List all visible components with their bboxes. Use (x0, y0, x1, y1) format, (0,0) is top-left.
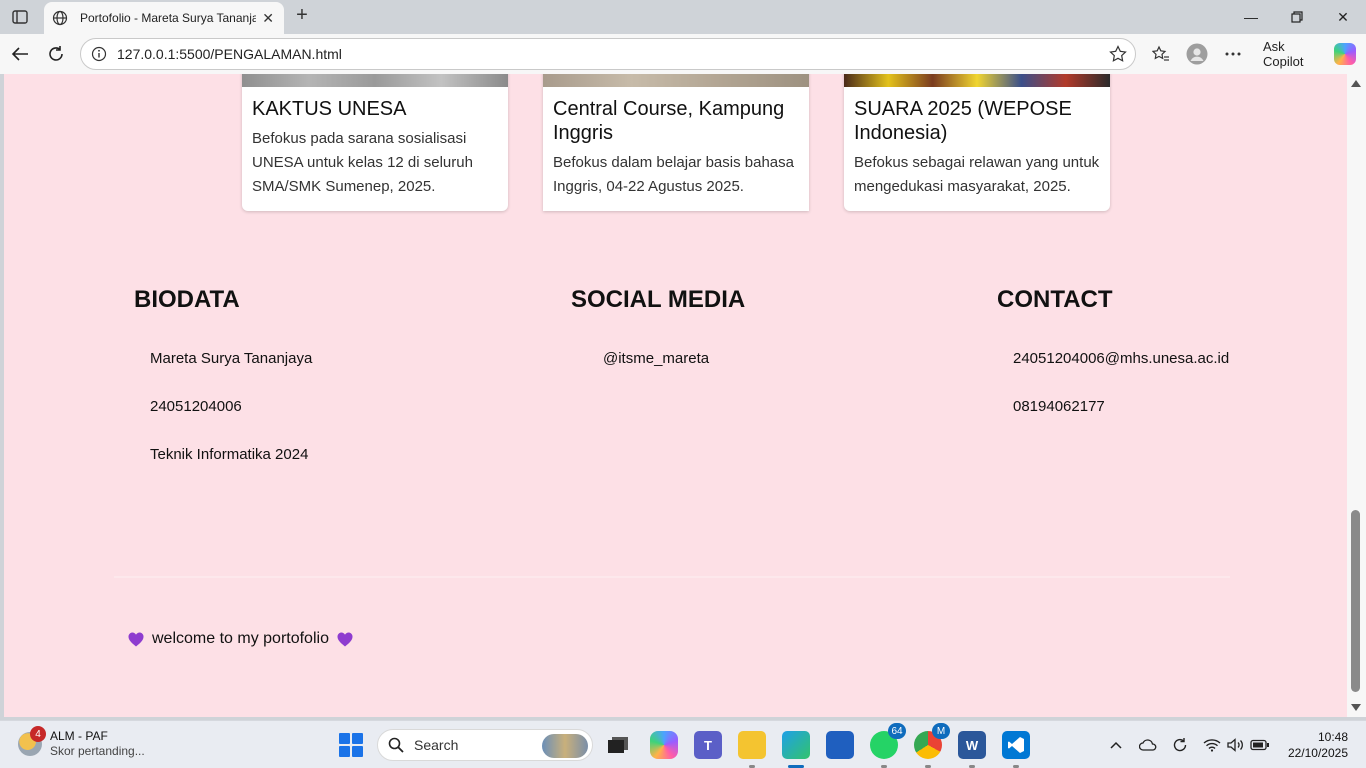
url-text: 127.0.0.1:5500/PENGALAMAN.html (117, 46, 342, 62)
minimize-icon[interactable]: — (1228, 5, 1274, 29)
weather-icon: 4 (18, 726, 46, 756)
word-icon[interactable]: W (958, 731, 986, 759)
card-description: Befokus pada sarana sosialisasi UNESA un… (252, 130, 473, 195)
edge-browser-icon[interactable] (782, 731, 810, 759)
card-image (242, 74, 508, 87)
scroll-up-icon[interactable] (1351, 80, 1361, 87)
scroll-down-icon[interactable] (1351, 704, 1361, 711)
browser-tab[interactable]: Portofolio - Mareta Surya Tananjaya ✕ (44, 2, 284, 34)
cloud-sync-icon[interactable] (1138, 735, 1158, 755)
weather-widget[interactable]: 4 ALM - PAF Skor pertanding... (18, 726, 145, 759)
card-title: Central Course, Kampung Inggris (553, 98, 785, 144)
experience-card: SUARA 2025 (WEPOSE Indonesia) Befokus se… (844, 74, 1110, 211)
back-icon[interactable] (8, 42, 32, 66)
chrome-profile-badge: M (932, 723, 950, 739)
wifi-icon[interactable] (1202, 735, 1222, 755)
browser-toolbar: 127.0.0.1:5500/PENGALAMAN.html Ask Copil… (0, 34, 1366, 74)
volume-icon[interactable] (1226, 735, 1246, 755)
battery-icon[interactable] (1250, 735, 1270, 755)
footer: welcome to my portofolio (128, 630, 353, 648)
card-image (543, 74, 809, 87)
card-description: Befokus sebagai relawan yang untuk menge… (854, 154, 1100, 195)
teams-icon[interactable]: T (694, 731, 722, 759)
ask-copilot-label: Ask Copilot (1263, 39, 1304, 69)
search-highlight-image (542, 734, 588, 758)
whatsapp-badge: 64 (888, 723, 906, 739)
scrollbar-thumb[interactable] (1351, 510, 1360, 692)
system-clock[interactable]: 10:48 22/10/2025 (1280, 729, 1348, 761)
microsoft-store-icon[interactable] (826, 731, 854, 759)
update-icon[interactable] (1170, 735, 1190, 755)
task-view-icon[interactable] (604, 731, 632, 759)
copilot-app-icon[interactable] (650, 731, 678, 759)
vscode-icon[interactable] (1002, 731, 1030, 759)
contact-email: 24051204006@mhs.unesa.ac.id (1013, 350, 1230, 367)
purple-heart-icon (337, 632, 353, 646)
windows-start-icon[interactable] (339, 733, 363, 757)
clock-time: 10:48 (1317, 730, 1348, 744)
widget-title: ALM - PAF (50, 729, 108, 743)
file-explorer-icon[interactable] (738, 731, 766, 759)
biodata-program: Teknik Informatika 2024 (150, 446, 309, 463)
experience-card: Central Course, Kampung Inggris Befokus … (543, 74, 809, 211)
biodata-nim: 24051204006 (150, 398, 242, 415)
tab-bar: Portofolio - Mareta Surya Tananjaya ✕ + … (0, 0, 1366, 34)
search-placeholder: Search (414, 737, 459, 753)
footer-text: welcome to my portofolio (152, 630, 329, 647)
purple-heart-icon (128, 632, 144, 646)
taskbar-search[interactable]: Search (377, 729, 593, 761)
social-media-title: SOCIAL MEDIA (571, 286, 746, 313)
info-icon[interactable] (91, 46, 107, 62)
whatsapp-icon[interactable]: 64 (870, 723, 906, 759)
ask-copilot-button[interactable]: Ask Copilot (1256, 38, 1356, 70)
address-bar[interactable]: 127.0.0.1:5500/PENGALAMAN.html (80, 38, 1136, 70)
contact-title: CONTACT (997, 286, 1113, 313)
experience-card: KAKTUS UNESA Befokus pada sarana sosiali… (242, 74, 508, 211)
refresh-icon[interactable] (44, 42, 68, 66)
social-handle-link[interactable]: @itsme_mareta (603, 350, 709, 367)
page-scrollbar[interactable] (1347, 74, 1366, 717)
card-title: SUARA 2025 (WEPOSE Indonesia) (854, 98, 1072, 144)
more-options-icon[interactable] (1221, 42, 1245, 66)
chevron-up-icon[interactable] (1106, 735, 1126, 755)
sidebar-toggle-icon[interactable] (8, 5, 32, 29)
profile-avatar-icon[interactable] (1185, 42, 1209, 66)
biodata-name: Mareta Surya Tananjaya (150, 350, 313, 367)
notification-badge: 4 (30, 726, 46, 742)
search-icon (388, 737, 404, 753)
globe-icon (52, 9, 70, 27)
card-description: Befokus dalam belajar basis bahasa Inggr… (553, 154, 794, 195)
taskbar: 4 ALM - PAF Skor pertanding... Search T … (0, 720, 1366, 768)
page-viewport: KAKTUS UNESA Befokus pada sarana sosiali… (4, 74, 1347, 717)
close-window-icon[interactable]: ✕ (1320, 5, 1366, 29)
tab-title: Portofolio - Mareta Surya Tananjaya (80, 11, 256, 25)
favorites-icon[interactable] (1149, 42, 1173, 66)
close-tab-icon[interactable]: ✕ (262, 10, 274, 27)
chrome-icon[interactable]: M (914, 723, 950, 759)
footer-divider (114, 576, 1230, 578)
copilot-icon (1334, 43, 1356, 65)
biodata-title: BIODATA (134, 286, 240, 313)
contact-phone: 08194062177 (1013, 398, 1105, 415)
widget-subtitle: Skor pertanding... (50, 744, 145, 758)
favorite-star-icon[interactable] (1109, 45, 1127, 68)
card-title: KAKTUS UNESA (252, 98, 407, 120)
card-image (844, 74, 1110, 87)
restore-icon[interactable] (1274, 5, 1320, 29)
new-tab-icon[interactable]: + (290, 4, 314, 28)
clock-date: 22/10/2025 (1287, 746, 1348, 760)
